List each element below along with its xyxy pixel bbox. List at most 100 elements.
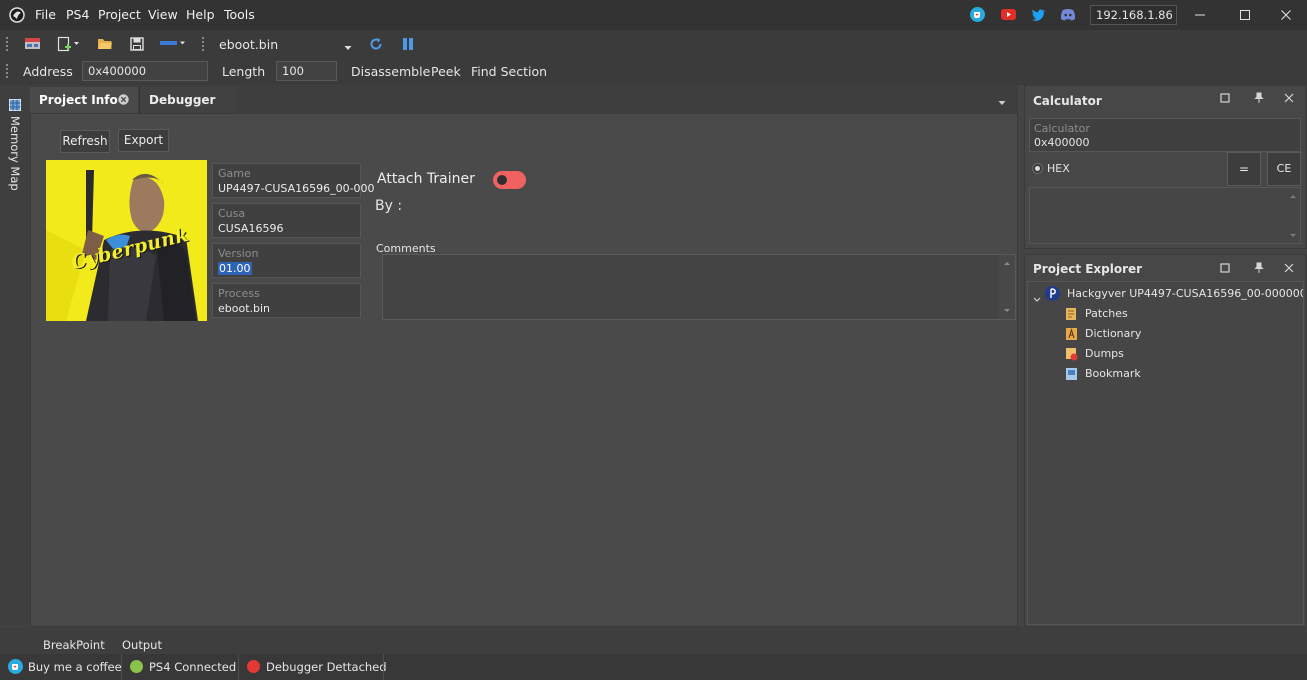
coffee-icon[interactable] bbox=[8, 659, 23, 674]
explorer-pin-icon[interactable] bbox=[1254, 262, 1264, 277]
memory-map-tab[interactable]: Memory Map bbox=[8, 116, 22, 191]
tab-overflow-chevron-icon[interactable] bbox=[998, 95, 1006, 105]
new-document-icon[interactable] bbox=[57, 36, 81, 52]
calculator-pin-icon[interactable] bbox=[1254, 92, 1264, 107]
status-divider bbox=[238, 654, 239, 680]
find-section-button[interactable]: Find Section bbox=[471, 64, 547, 79]
youtube-icon[interactable] bbox=[1001, 9, 1016, 20]
calculator-title: Calculator bbox=[1033, 94, 1102, 108]
tree-root-item[interactable]: Hackgyver UP4497-CUSA16596_00-00000000..… bbox=[1067, 287, 1303, 300]
open-folder-icon[interactable] bbox=[97, 37, 113, 51]
project-explorer-panel: Project Explorer Hackgyver UP4497-CUSA16… bbox=[1024, 254, 1307, 627]
explorer-tree: Hackgyver UP4497-CUSA16596_00-00000000..… bbox=[1027, 281, 1304, 625]
project-explorer-title: Project Explorer bbox=[1033, 262, 1143, 276]
refresh-icon[interactable] bbox=[369, 37, 383, 51]
process-dropdown-arrow-icon[interactable] bbox=[344, 40, 352, 50]
ps4-connection-status: PS4 Connected bbox=[149, 660, 237, 674]
calculator-input[interactable]: Calculator 0x400000 bbox=[1029, 118, 1301, 152]
tab-breakpoint[interactable]: BreakPoint bbox=[43, 638, 105, 652]
comments-textarea[interactable] bbox=[382, 254, 1016, 320]
attach-trainer-toggle[interactable] bbox=[493, 171, 526, 189]
hex-radio[interactable] bbox=[1032, 163, 1043, 174]
discord-icon[interactable] bbox=[1060, 8, 1076, 21]
calculator-output[interactable] bbox=[1029, 187, 1301, 244]
pause-icon[interactable] bbox=[402, 38, 414, 50]
bookmark-icon bbox=[1065, 367, 1078, 381]
toolbar-grip[interactable] bbox=[6, 37, 9, 51]
close-button[interactable] bbox=[1271, 4, 1301, 26]
open-project-icon[interactable] bbox=[24, 36, 41, 51]
close-tab-icon[interactable] bbox=[118, 94, 129, 105]
attach-trainer-label: Attach Trainer bbox=[377, 171, 475, 187]
calculator-float-icon[interactable] bbox=[1220, 92, 1230, 106]
ip-address-field[interactable]: 192.168.1.86 bbox=[1090, 5, 1177, 25]
hex-label: HEX bbox=[1047, 162, 1070, 175]
cusa-field-value[interactable]: CUSA16596 bbox=[218, 222, 283, 235]
minimize-button[interactable] bbox=[1185, 4, 1215, 26]
tab-output[interactable]: Output bbox=[122, 638, 162, 652]
menu-project[interactable]: Project bbox=[98, 7, 141, 22]
trainer-by-label: By : bbox=[375, 198, 403, 214]
menu-file[interactable]: File bbox=[35, 7, 56, 22]
title-bar: File PS4 Project View Help Tools 192.168… bbox=[0, 0, 1307, 30]
save-icon[interactable] bbox=[130, 37, 144, 51]
export-button[interactable]: Export bbox=[118, 129, 169, 152]
memory-map-strip: Memory Map bbox=[0, 85, 30, 626]
debugger-status: Debugger Dettached bbox=[266, 660, 387, 674]
refresh-button[interactable]: Refresh bbox=[60, 130, 110, 153]
game-cover-image: Cyberpunk bbox=[46, 160, 207, 321]
menu-ps4[interactable]: PS4 bbox=[66, 7, 89, 22]
layout-dropdown-icon[interactable] bbox=[160, 38, 187, 50]
tree-item-bookmark[interactable]: Bookmark bbox=[1085, 367, 1141, 380]
version-field-value[interactable]: 01.00 bbox=[218, 262, 252, 275]
dumps-icon bbox=[1065, 347, 1078, 361]
memory-map-icon[interactable] bbox=[9, 99, 21, 111]
tree-item-patches[interactable]: Patches bbox=[1085, 307, 1128, 320]
twitter-icon[interactable] bbox=[1031, 8, 1046, 21]
patches-icon bbox=[1065, 307, 1078, 321]
expand-chevron-icon[interactable] bbox=[1033, 292, 1041, 306]
dictionary-icon bbox=[1065, 327, 1078, 341]
address-label: Address bbox=[23, 64, 73, 79]
menu-view[interactable]: View bbox=[148, 7, 178, 22]
process-field-value[interactable]: eboot.bin bbox=[218, 302, 270, 315]
status-bar: Buy me a coffee PS4 Connected Debugger D… bbox=[0, 654, 1307, 680]
toolbar-grip[interactable] bbox=[6, 64, 9, 78]
menu-help[interactable]: Help bbox=[186, 7, 215, 22]
tab-debugger-label: Debugger bbox=[149, 93, 216, 107]
debugger-status-icon bbox=[247, 660, 260, 673]
explorer-float-icon[interactable] bbox=[1220, 262, 1230, 276]
game-field-label: Game bbox=[218, 167, 251, 180]
main-toolbar: eboot.bin bbox=[0, 30, 1307, 58]
explorer-close-icon[interactable] bbox=[1284, 262, 1294, 276]
status-divider bbox=[121, 654, 122, 680]
game-field: Game UP4497-CUSA16596_00-000 bbox=[212, 163, 375, 198]
tree-item-dictionary[interactable]: Dictionary bbox=[1085, 327, 1141, 340]
calculator-input-label: Calculator bbox=[1034, 122, 1090, 135]
tab-debugger[interactable]: Debugger bbox=[139, 87, 236, 113]
cusa-field: Cusa CUSA16596 bbox=[212, 203, 361, 238]
address-input[interactable]: 0x400000 bbox=[82, 61, 208, 81]
equals-button[interactable]: = bbox=[1227, 152, 1261, 186]
length-input[interactable]: 100 bbox=[276, 61, 337, 81]
disassemble-button[interactable]: Disassemble bbox=[351, 64, 430, 79]
version-field-label: Version bbox=[218, 247, 259, 260]
peek-button[interactable]: Peek bbox=[431, 64, 461, 79]
kofi-icon[interactable] bbox=[970, 7, 985, 22]
toggle-knob bbox=[497, 175, 507, 185]
buy-coffee-link[interactable]: Buy me a coffee bbox=[28, 660, 122, 674]
calculator-close-icon[interactable] bbox=[1284, 92, 1294, 106]
game-field-value[interactable]: UP4497-CUSA16596_00-000 bbox=[218, 182, 375, 195]
tree-item-dumps[interactable]: Dumps bbox=[1085, 347, 1124, 360]
bottom-tabstrip: BreakPoint Output bbox=[0, 627, 1307, 654]
maximize-button[interactable] bbox=[1230, 4, 1260, 26]
comments-scrollbar[interactable] bbox=[999, 255, 1015, 319]
playstation-icon bbox=[1045, 286, 1060, 301]
tab-project-info[interactable]: Project Info bbox=[30, 87, 138, 113]
process-select[interactable]: eboot.bin bbox=[219, 37, 278, 52]
clear-button[interactable]: CE bbox=[1267, 152, 1301, 186]
ps4-connected-status-icon bbox=[130, 660, 143, 673]
menu-tools[interactable]: Tools bbox=[224, 7, 255, 22]
app-logo-icon bbox=[9, 7, 25, 23]
calculator-panel: Calculator Calculator 0x400000 HEX = CE bbox=[1024, 85, 1307, 249]
